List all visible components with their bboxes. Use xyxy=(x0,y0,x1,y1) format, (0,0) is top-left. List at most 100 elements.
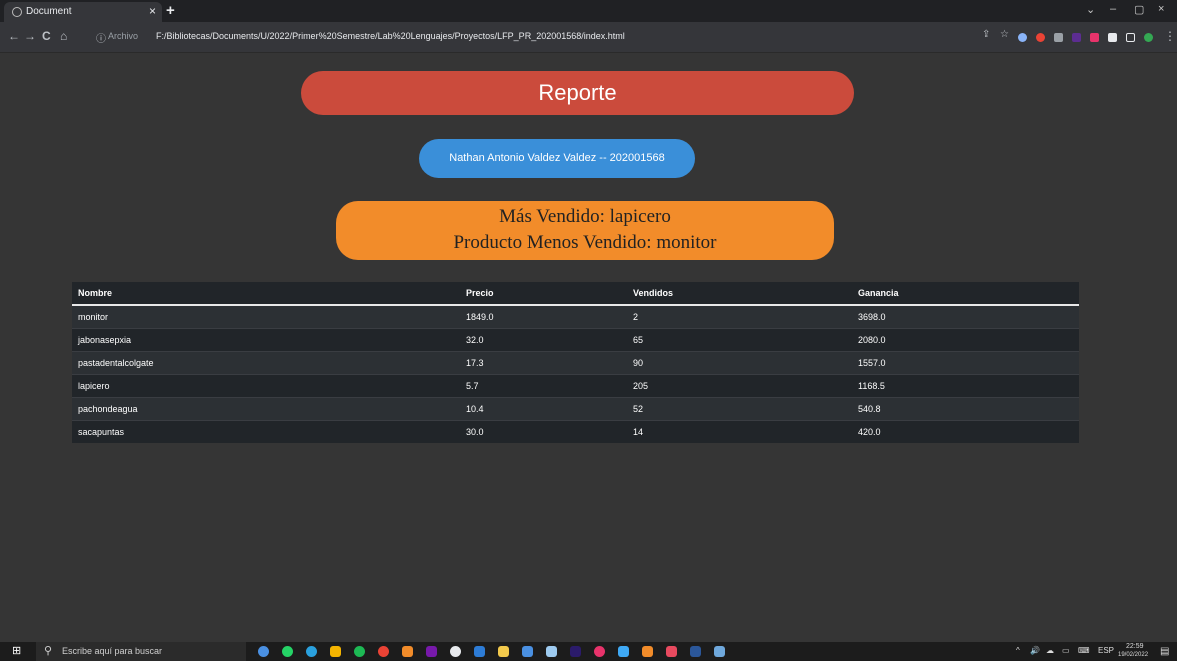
cell-precio: 5.7 xyxy=(460,374,627,398)
cell-nombre: pastadentalcolgate xyxy=(72,351,460,375)
volume-icon[interactable]: 🔊 xyxy=(1030,646,1040,655)
taskbar-app-icon[interactable] xyxy=(354,646,365,657)
cell-vendidos: 14 xyxy=(627,420,852,443)
browser-tab[interactable]: Document × xyxy=(4,2,162,22)
cell-ganancia: 420.0 xyxy=(852,420,1079,443)
column-header-ganancia: Ganancia xyxy=(852,282,1079,306)
language-indicator[interactable]: ESP xyxy=(1098,646,1114,655)
cell-vendidos: 205 xyxy=(627,374,852,398)
taskbar-app-icon[interactable] xyxy=(546,646,557,657)
taskbar-app-icon[interactable] xyxy=(306,646,317,657)
cell-precio: 10.4 xyxy=(460,397,627,421)
globe-icon xyxy=(12,7,22,17)
column-header-vendidos: Vendidos xyxy=(627,282,852,306)
extension-icon[interactable] xyxy=(1090,33,1099,42)
table-row: jabonasepxia 32.0 65 2080.0 xyxy=(72,328,1079,352)
address-url[interactable]: F:/Bibliotecas/Documents/U/2022/Primer%2… xyxy=(156,31,625,41)
cell-nombre: pachondeagua xyxy=(72,397,460,421)
browser-toolbar: ← → C ⌂ ⓘ Archivo F:/Bibliotecas/Documen… xyxy=(0,22,1177,53)
battery-icon[interactable]: ▭ xyxy=(1062,646,1070,655)
cell-ganancia: 1168.5 xyxy=(852,374,1079,398)
address-bar[interactable]: ⓘ Archivo F:/Bibliotecas/Documents/U/202… xyxy=(90,27,970,47)
taskbar-app-icon[interactable] xyxy=(474,646,485,657)
windows-start-icon[interactable]: ⊞ xyxy=(12,645,24,657)
back-button[interactable]: ← xyxy=(8,29,20,43)
table-row: monitor 1849.0 2 3698.0 xyxy=(72,304,1079,329)
cell-vendidos: 2 xyxy=(627,304,852,329)
taskbar-app-icon[interactable] xyxy=(258,646,269,657)
best-seller-text: Más Vendido: lapicero xyxy=(499,206,671,227)
cell-ganancia: 540.8 xyxy=(852,397,1079,421)
profile-avatar[interactable] xyxy=(1144,33,1153,42)
taskbar-app-icon[interactable] xyxy=(690,646,701,657)
extension-icon[interactable] xyxy=(1072,33,1081,42)
browser-tab-strip: Document × + ⌄ – ▢ × xyxy=(0,0,1177,22)
cell-nombre: monitor xyxy=(72,304,460,329)
restore-button[interactable]: ▢ xyxy=(1134,3,1144,16)
cell-precio: 17.3 xyxy=(460,351,627,375)
cell-nombre: jabonasepxia xyxy=(72,328,460,352)
cell-vendidos: 65 xyxy=(627,328,852,352)
windows-taskbar: ⊞ ⚲ Escribe aquí para buscar ^ 🔊 ☁ ▭ ⌨ E… xyxy=(0,642,1177,661)
taskbar-app-icon[interactable] xyxy=(330,646,341,657)
minimize-button[interactable]: – xyxy=(1110,3,1116,15)
notifications-icon[interactable]: ▤ xyxy=(1160,646,1169,657)
extension-icon[interactable] xyxy=(1054,33,1063,42)
taskbar-app-icon[interactable] xyxy=(714,646,725,657)
author-pill: Nathan Antonio Valdez Valdez -- 20200156… xyxy=(419,139,695,178)
reload-button[interactable]: C xyxy=(42,29,51,43)
share-icon[interactable]: ⇪ xyxy=(982,29,990,40)
new-tab-button[interactable]: + xyxy=(166,2,175,19)
cell-precio: 1849.0 xyxy=(460,304,627,329)
sales-summary: Más Vendido: lapicero Producto Menos Ven… xyxy=(336,201,834,260)
taskbar-app-icon[interactable] xyxy=(498,646,509,657)
products-table: Nombre Precio Vendidos Ganancia monitor … xyxy=(72,282,1079,443)
taskbar-app-icon[interactable] xyxy=(570,646,581,657)
keyboard-icon[interactable]: ⌨ xyxy=(1078,646,1090,655)
search-placeholder: Escribe aquí para buscar xyxy=(62,646,163,656)
clock-date[interactable]: 19/02/2022 xyxy=(1118,652,1148,658)
side-panel-icon[interactable] xyxy=(1126,33,1135,42)
taskbar-search-box[interactable]: ⚲ Escribe aquí para buscar xyxy=(36,642,246,661)
tab-search-icon[interactable]: ⌄ xyxy=(1086,3,1095,16)
taskbar-app-icon[interactable] xyxy=(402,646,413,657)
tab-close-icon[interactable]: × xyxy=(149,4,156,18)
column-header-nombre: Nombre xyxy=(72,282,460,306)
cell-nombre: sacapuntas xyxy=(72,420,460,443)
taskbar-app-icon[interactable] xyxy=(642,646,653,657)
close-window-button[interactable]: × xyxy=(1158,3,1164,15)
table-row: lapicero 5.7 205 1168.5 xyxy=(72,374,1079,398)
table-row: sacapuntas 30.0 14 420.0 xyxy=(72,420,1079,443)
taskbar-app-icon[interactable] xyxy=(426,646,437,657)
search-icon: ⚲ xyxy=(44,645,53,657)
more-menu-icon[interactable]: ⋮ xyxy=(1164,29,1176,43)
tray-chevron-icon[interactable]: ^ xyxy=(1016,646,1020,655)
taskbar-app-icon[interactable] xyxy=(522,646,533,657)
cell-precio: 32.0 xyxy=(460,328,627,352)
home-button[interactable]: ⌂ xyxy=(60,29,67,43)
forward-button[interactable]: → xyxy=(24,29,36,43)
address-scheme-label: Archivo xyxy=(108,31,139,41)
taskbar-app-icon[interactable] xyxy=(282,646,293,657)
info-icon[interactable]: ⓘ xyxy=(96,30,106,45)
cell-ganancia: 2080.0 xyxy=(852,328,1079,352)
taskbar-app-icon[interactable] xyxy=(594,646,605,657)
extension-icon[interactable] xyxy=(1018,33,1027,42)
taskbar-app-icon[interactable] xyxy=(450,646,461,657)
table-row: pachondeagua 10.4 52 540.8 xyxy=(72,397,1079,421)
puzzle-icon[interactable] xyxy=(1108,33,1117,42)
report-title: Reporte xyxy=(301,71,854,115)
taskbar-app-icon[interactable] xyxy=(378,646,389,657)
taskbar-app-icon[interactable] xyxy=(666,646,677,657)
extension-icon[interactable] xyxy=(1036,33,1045,42)
clock-time[interactable]: 22:59 xyxy=(1126,643,1144,650)
cell-ganancia: 3698.0 xyxy=(852,304,1079,329)
taskbar-app-icon[interactable] xyxy=(618,646,629,657)
cell-ganancia: 1557.0 xyxy=(852,351,1079,375)
cell-vendidos: 90 xyxy=(627,351,852,375)
network-icon[interactable]: ☁ xyxy=(1046,646,1054,655)
table-row: pastadentalcolgate 17.3 90 1557.0 xyxy=(72,351,1079,375)
tab-title: Document xyxy=(26,6,72,17)
bookmark-star-icon[interactable]: ☆ xyxy=(1000,29,1009,40)
cell-precio: 30.0 xyxy=(460,420,627,443)
